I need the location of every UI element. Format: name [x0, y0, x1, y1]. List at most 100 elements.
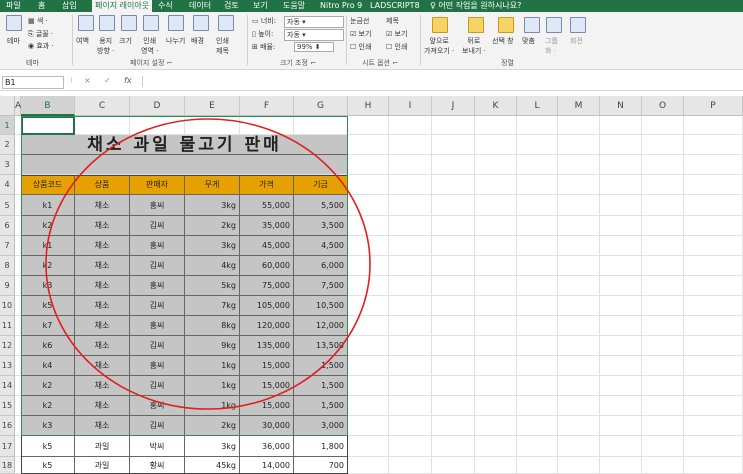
cell-p2[interactable]	[684, 135, 743, 155]
cell-m12[interactable]	[558, 336, 600, 356]
table-cell[interactable]: 채소	[75, 276, 130, 296]
size-button[interactable]: 크기	[119, 36, 132, 46]
row-header-7[interactable]: 7	[0, 236, 15, 256]
cell-l9[interactable]	[517, 276, 558, 296]
cell-l7[interactable]	[517, 236, 558, 256]
cell-o16[interactable]	[642, 416, 684, 436]
cell-o13[interactable]	[642, 356, 684, 376]
row-header-10[interactable]: 10	[0, 296, 15, 316]
cell-k10[interactable]	[475, 296, 517, 316]
cell-p15[interactable]	[684, 396, 743, 416]
cell-p17[interactable]	[684, 436, 743, 457]
width-value[interactable]: 자동 ▾	[284, 16, 344, 28]
cell-o18[interactable]	[642, 457, 684, 474]
cell-l16[interactable]	[517, 416, 558, 436]
cell-p8[interactable]	[684, 256, 743, 276]
ribbon-tab[interactable]: LADSCRIPT8	[370, 0, 420, 12]
cell-i11[interactable]	[389, 316, 432, 336]
cell-d1[interactable]	[130, 116, 185, 135]
table-cell[interactable]: 김씨	[130, 216, 185, 236]
cell-h8[interactable]	[348, 256, 389, 276]
row-header-5[interactable]: 5	[0, 195, 15, 216]
table-cell[interactable]: 1,800	[294, 436, 348, 457]
breaks-button[interactable]: 나누기	[166, 36, 185, 46]
cell-i16[interactable]	[389, 416, 432, 436]
table-cell[interactable]: 과일	[75, 457, 130, 474]
cell-l4[interactable]	[517, 175, 558, 195]
cell-l17[interactable]	[517, 436, 558, 457]
row-header-16[interactable]: 16	[0, 416, 15, 436]
cell-i7[interactable]	[389, 236, 432, 256]
cell-j13[interactable]	[432, 356, 475, 376]
cell-j10[interactable]	[432, 296, 475, 316]
cell-m1[interactable]	[558, 116, 600, 135]
row-header-15[interactable]: 15	[0, 396, 15, 416]
cell-p11[interactable]	[684, 316, 743, 336]
cell-h2[interactable]	[348, 135, 389, 155]
themes-button[interactable]: 테마	[7, 36, 20, 46]
cell-g3[interactable]	[294, 155, 348, 175]
headings-print-checkbox[interactable]: ☐ 인쇄	[386, 42, 407, 52]
cell-i10[interactable]	[389, 296, 432, 316]
table-cell[interactable]: k5	[21, 457, 75, 474]
table-cell[interactable]: 김씨	[130, 296, 185, 316]
cell-e1[interactable]	[185, 116, 240, 135]
cell-l8[interactable]	[517, 256, 558, 276]
cell-i2[interactable]	[389, 135, 432, 155]
cell-j15[interactable]	[432, 396, 475, 416]
cell-k13[interactable]	[475, 356, 517, 376]
cell-p7[interactable]	[684, 236, 743, 256]
cell-k1[interactable]	[475, 116, 517, 135]
selection-pane-button[interactable]: 선택 창	[492, 36, 514, 46]
cell-j2[interactable]	[432, 135, 475, 155]
cell-p12[interactable]	[684, 336, 743, 356]
cell-p4[interactable]	[684, 175, 743, 195]
cell-m6[interactable]	[558, 216, 600, 236]
table-cell[interactable]: 36,000	[240, 436, 294, 457]
table-cell[interactable]: 105,000	[240, 296, 294, 316]
table-cell[interactable]: 홍씨	[130, 236, 185, 256]
table-cell[interactable]: 1,500	[294, 376, 348, 396]
name-box[interactable]: B1	[2, 76, 64, 89]
cell-o12[interactable]	[642, 336, 684, 356]
cell-m9[interactable]	[558, 276, 600, 296]
cell-n10[interactable]	[600, 296, 642, 316]
ribbon-tab[interactable]: 도움말	[283, 0, 305, 12]
cell-o2[interactable]	[642, 135, 684, 155]
table-cell[interactable]: 700	[294, 457, 348, 474]
column-header-n[interactable]: N	[600, 96, 642, 116]
table-cell[interactable]: 채소	[75, 195, 130, 216]
table-cell[interactable]: 4,500	[294, 236, 348, 256]
row-header-9[interactable]: 9	[0, 276, 15, 296]
cell-l6[interactable]	[517, 216, 558, 236]
column-header-b[interactable]: B	[21, 96, 75, 116]
scale-value[interactable]: 99% ⬍	[294, 42, 334, 52]
cell-i15[interactable]	[389, 396, 432, 416]
cell-n15[interactable]	[600, 396, 642, 416]
column-header-e[interactable]: E	[185, 96, 240, 116]
column-header-p[interactable]: P	[684, 96, 743, 116]
cell-i17[interactable]	[389, 436, 432, 457]
table-cell[interactable]: 채소	[75, 356, 130, 376]
cell-i4[interactable]	[389, 175, 432, 195]
cell-o14[interactable]	[642, 376, 684, 396]
table-cell[interactable]: 6,000	[294, 256, 348, 276]
table-header-6[interactable]: 기금	[294, 175, 348, 195]
cell-h4[interactable]	[348, 175, 389, 195]
cell-m7[interactable]	[558, 236, 600, 256]
cell-n12[interactable]	[600, 336, 642, 356]
cell-j3[interactable]	[432, 155, 475, 175]
print-area-button[interactable]: 인쇄 영역 ·	[141, 36, 158, 56]
table-cell[interactable]: 75,000	[240, 276, 294, 296]
table-cell[interactable]: 2kg	[185, 416, 240, 436]
cell-h11[interactable]	[348, 316, 389, 336]
cell-l3[interactable]	[517, 155, 558, 175]
ribbon-tab[interactable]: 파일	[6, 0, 21, 12]
cell-o15[interactable]	[642, 396, 684, 416]
cell-l5[interactable]	[517, 195, 558, 216]
cell-o3[interactable]	[642, 155, 684, 175]
margins-button[interactable]: 여백	[76, 36, 89, 46]
cell-k8[interactable]	[475, 256, 517, 276]
cell-i8[interactable]	[389, 256, 432, 276]
table-cell[interactable]: 1kg	[185, 376, 240, 396]
